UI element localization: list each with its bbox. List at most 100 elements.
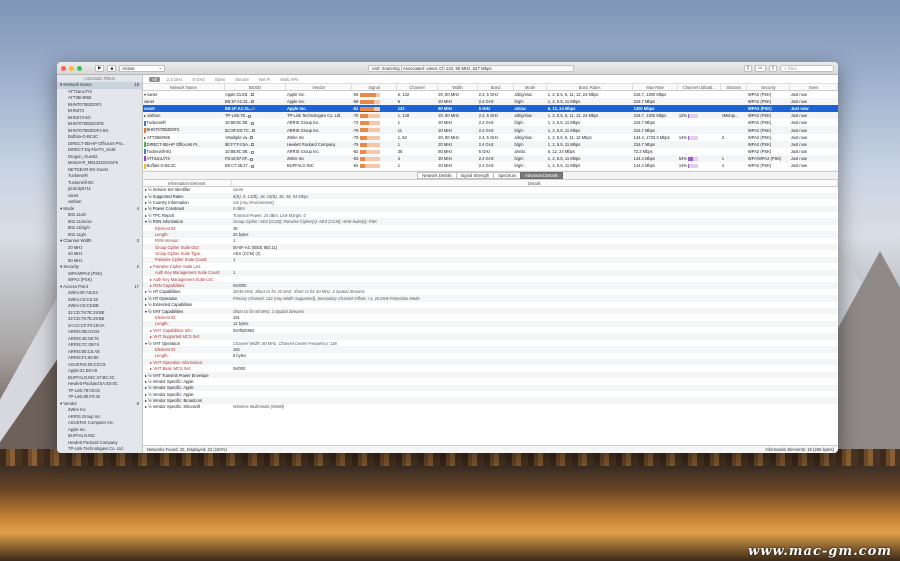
sidebar-section-label: Mode <box>63 205 75 211</box>
filter-chip[interactable]: All <box>149 76 160 82</box>
minimize-window-button[interactable] <box>69 65 74 71</box>
filter-chip[interactable]: Open <box>212 77 229 82</box>
filter-chip-bar: All 2.4 GHz 5 GHz Open Secure Net Fi Multi APs <box>143 75 838 84</box>
detail-tab[interactable]: Advanced Details <box>520 172 563 179</box>
titlebar: ▶ ■ Active ⌄ en0: Scanning | Associated: … <box>57 62 838 75</box>
layout-right-icon[interactable]: ▯ <box>768 64 777 72</box>
cell-width: 20, 80 MHz <box>438 134 460 140</box>
info-icon <box>248 114 252 118</box>
info-icon <box>252 128 256 132</box>
cell-channel: 1 <box>397 120 400 126</box>
cell-width: 20 MHz <box>437 140 478 148</box>
zoom-window-button[interactable] <box>77 65 82 71</box>
cell-bssid: F8:18:97:0F... <box>224 155 286 163</box>
layout-full-icon[interactable]: ▭ <box>755 64 766 72</box>
network-row[interactable]: BHN7070B2D0F2 5C:8F:E0:7C... ARRIS Group I… <box>143 126 838 134</box>
network-table-wrap: Network Name BSSID Vendor Signal Channel Widt… <box>143 84 838 171</box>
cell-band: 5 GHz <box>477 104 514 113</box>
cell-seen: Just now <box>790 120 807 126</box>
signal-bar <box>360 135 381 140</box>
cell-name: TuckerwiFi <box>143 119 224 126</box>
cell-seen: Just now <box>789 140 838 148</box>
cell-max: 216.7 Mbps <box>632 97 678 105</box>
filter-search-input[interactable]: ⌕ Filter <box>780 64 834 72</box>
detail-tab[interactable]: Signal Strength <box>455 172 495 179</box>
signal-value: -79 <box>352 134 359 140</box>
detail-row[interactable]: ▸ ½ Vendor Specific: Microsoft Wireless M… <box>143 404 838 410</box>
networks-found-text: Networks Found: 22, Displayed: 22 (100%) <box>147 447 227 452</box>
bssid-text: B8:1F:A1:31... <box>225 105 253 111</box>
utilization-value: 54% <box>678 156 688 162</box>
sidebar-section-label: Channel Width <box>63 238 92 243</box>
cell-name: Tuckerwifi-5G <box>143 148 224 155</box>
cell-width: 20, 80 MHz <box>438 91 460 97</box>
filter-chip[interactable]: Multi APs <box>277 77 301 82</box>
detail-tabs: Network Details Signal Strength Spectrum Ad… <box>143 171 838 180</box>
cell-security: WPA2 (PSK) <box>747 163 772 169</box>
cell-name: vanet <box>143 104 224 113</box>
cell-rates: 1, 2, 5.5, 6, 11, 12, 24 Mbps <box>546 112 633 120</box>
utilization-bar <box>688 135 699 140</box>
cell-mode: a/b/g/n/ac <box>513 112 547 120</box>
signal-bar <box>360 150 381 155</box>
filter-chip[interactable]: 5 GHz <box>190 77 208 82</box>
mode-select[interactable]: Active ⌄ <box>119 64 166 72</box>
cell-band: 5 GHz <box>478 149 491 155</box>
sidebar-section-count: 2 <box>136 264 139 269</box>
detail-tab[interactable]: Network Details <box>417 172 457 179</box>
cell-width: 80 MHz <box>438 149 453 155</box>
network-row[interactable]: vanet B8:1F:A1:31... Apple Inc. -59 6 20 MHz 2… <box>143 97 838 105</box>
cell-bssid: 5C:8F:E0:7C... <box>224 126 286 134</box>
cell-bssid: 10:86:8C:08... <box>224 148 286 155</box>
cell-name: ▸ vathion <box>143 112 224 120</box>
cell-stations <box>721 119 747 126</box>
cell-stations <box>721 91 747 98</box>
network-row[interactable]: Buffalo-G-BC4C B0:C7:45:47... BUFFALO.INC -… <box>143 162 838 169</box>
cell-seen: Just now <box>790 149 807 155</box>
cell-util <box>677 97 721 105</box>
network-row[interactable]: vanet B8:1F:A1:31... Apple Inc. -61 132 80 MH… <box>143 104 838 113</box>
filter-chip[interactable]: 2.4 GHz <box>164 77 186 82</box>
network-row[interactable]: TuckerwiFi 10:86:8C:08... ARRIS Group Inc.… <box>143 119 838 126</box>
network-name: BHN7070B2D0F2 <box>146 127 180 133</box>
stop-button[interactable]: ■ <box>107 64 117 72</box>
network-row[interactable]: Tuckerwifi-5G 10:86:8C:08... ARRIS Group I… <box>143 148 838 155</box>
cell-bssid: 10:86:8C:08... <box>224 119 286 126</box>
signal-value: -83 <box>352 156 359 162</box>
network-row[interactable]: ATT2anU7rX F8:18:97:0F... 2Wire Inc -83 4 20 … <box>143 155 838 163</box>
cell-vendor: Hewlett Packard Company <box>285 140 352 148</box>
cell-rates: 1, 2, 5.5, 11 Mbps <box>546 140 633 148</box>
sidebar-section-label: Security <box>63 264 79 269</box>
layout-left-icon[interactable]: ▯ <box>743 64 753 72</box>
filter-chip[interactable]: Net Fi <box>256 77 273 82</box>
sidebar-item[interactable]: Ubiquiti <box>57 453 142 454</box>
cell-bssid: B8:1F:A1:31... <box>224 97 286 105</box>
network-color-swatch <box>144 142 146 148</box>
network-row[interactable]: ▸ vathion TP-Link:78... TP-Link Technologi… <box>143 112 838 120</box>
bssid-text: <Multiple va... <box>225 134 251 140</box>
cell-mode: b/g/n <box>514 163 524 169</box>
watermark-text: www.mac-gm.com <box>748 544 892 559</box>
utilization-value: 14% <box>678 163 688 169</box>
cell-bssid: 9E:F7:F4:5A... <box>224 140 286 148</box>
cell-mode: a/b/g/n/ac <box>514 91 533 97</box>
cell-vendor: ARRIS Group Inc. <box>286 120 320 126</box>
cell-vendor: BUFFALO.INC <box>286 163 314 169</box>
cell-signal: -83 <box>351 155 397 163</box>
play-button[interactable]: ▶ <box>95 64 105 72</box>
bssid-text: 9E:F7:F4:5A... <box>225 141 252 147</box>
network-row[interactable]: DIRECT-0B-HP OfficeJet Pr... 9E:F7:F4:5A.… <box>143 140 838 148</box>
detail-tab[interactable]: Spectrum <box>493 172 522 179</box>
close-window-button[interactable] <box>61 65 66 71</box>
cell-stations <box>720 126 747 134</box>
network-row[interactable]: ▸ ATT38nIR68 <Multiple va... 2Wire Inc -79 1… <box>143 134 838 141</box>
network-name: ▾ vanet <box>144 91 158 97</box>
bssid-text: 5C:8F:E0:7C... <box>225 127 253 133</box>
cell-security: WPA/WPA2 (PSK) <box>746 155 790 163</box>
bssid-text: TP-Link:78... <box>225 113 249 119</box>
filter-chip[interactable]: Secure <box>232 77 252 82</box>
network-row[interactable]: ▾ vanet Apple:31:E8... Apple Inc. -56 6, 132… <box>143 91 838 98</box>
info-icon <box>250 93 254 97</box>
cell-band: 2.4, 5 GHz <box>478 91 499 97</box>
cell-seen: Just now <box>790 91 807 97</box>
